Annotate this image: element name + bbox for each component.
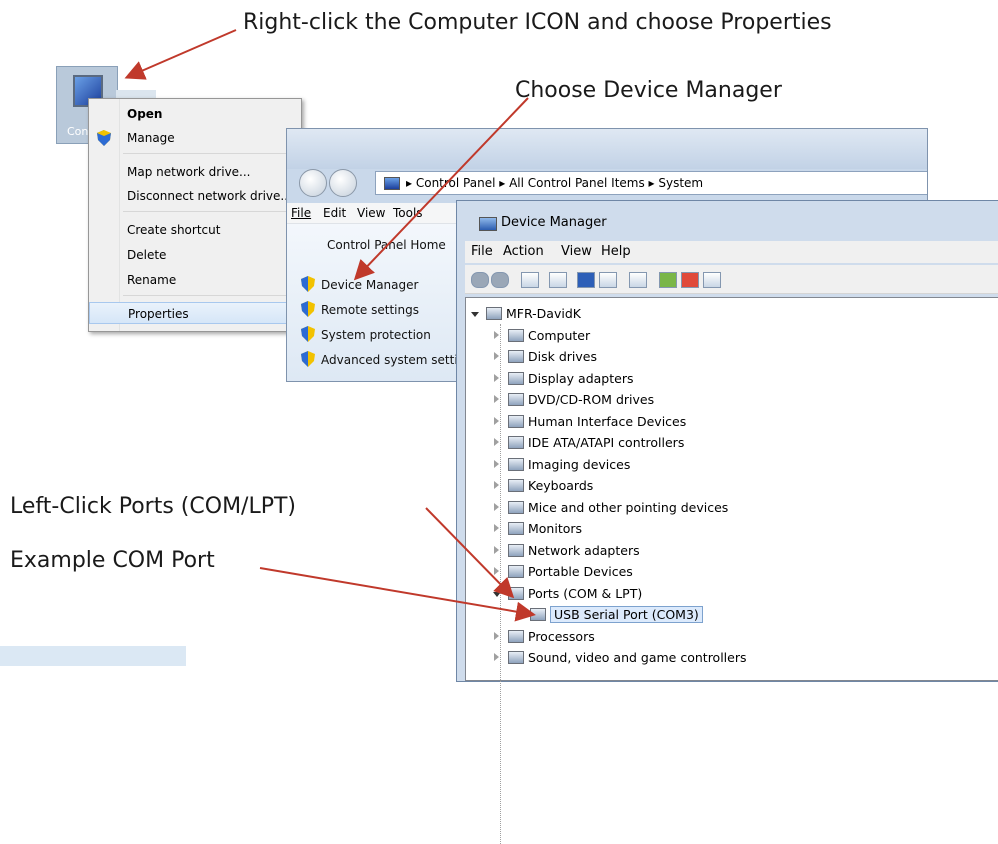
tree-node-ports[interactable]: Ports (COM & LPT) <box>493 586 642 602</box>
device-manager-window: Device Manager File Action View Help MFR… <box>456 200 998 844</box>
shield-icon <box>301 326 315 342</box>
arrow-to-computer-icon <box>124 29 237 80</box>
help-icon[interactable] <box>577 272 595 288</box>
scan-hardware-icon[interactable] <box>629 272 647 288</box>
advanced-system-settings-link[interactable]: Advanced system settings <box>301 351 479 367</box>
toolbar <box>465 265 998 294</box>
control-panel-home-link[interactable]: Control Panel Home <box>327 238 446 252</box>
computer-icon <box>508 329 524 342</box>
show-hide-console-tree-icon[interactable] <box>521 272 539 288</box>
annotation-left-click-ports: Left-Click Ports (COM/LPT) <box>10 494 297 519</box>
tree-node-portable-devices[interactable]: Portable Devices <box>494 564 633 580</box>
tree-node-monitors[interactable]: Monitors <box>494 521 582 537</box>
dvd-drive-icon <box>508 393 524 406</box>
tree-node-processors[interactable]: Processors <box>494 629 595 645</box>
ide-controller-icon <box>508 436 524 449</box>
annotation-device-manager: Choose Device Manager <box>515 78 782 103</box>
context-menu: Open Manage Map network drive... Disconn… <box>88 98 302 332</box>
desktop-icon-label: Con <box>67 125 89 138</box>
computer-icon <box>486 307 502 320</box>
device-manager-link[interactable]: Device Manager <box>301 276 418 292</box>
network-adapter-icon <box>508 544 524 557</box>
system-protection-link[interactable]: System protection <box>301 326 431 342</box>
annotation-example-com-port: Example COM Port <box>10 548 215 573</box>
tree-node-dvd-drives[interactable]: DVD/CD-ROM drives <box>494 392 654 408</box>
menu-edit[interactable]: Edit <box>323 203 346 223</box>
breadcrumb: ▸ Control Panel ▸ All Control Panel Item… <box>406 176 704 190</box>
menu-item-properties[interactable]: Properties <box>89 302 301 324</box>
port-icon <box>508 587 524 600</box>
menu-item-rename[interactable]: Rename <box>89 269 301 291</box>
forward-arrow-icon[interactable] <box>491 272 509 288</box>
portable-device-icon <box>508 565 524 578</box>
properties-icon[interactable] <box>549 272 567 288</box>
menu-item-map-network-drive[interactable]: Map network drive... <box>89 161 301 183</box>
action-pane-icon[interactable] <box>599 272 617 288</box>
breadcrumb-all-items[interactable]: All Control Panel Items <box>509 176 645 190</box>
menu-file[interactable]: File <box>291 203 311 223</box>
remote-settings-link[interactable]: Remote settings <box>301 301 419 317</box>
menu-action[interactable]: Action <box>503 241 544 263</box>
monitor-icon <box>508 522 524 535</box>
corner-panel <box>0 646 186 666</box>
processor-icon <box>508 630 524 643</box>
tree-node-imaging-devices[interactable]: Imaging devices <box>494 457 630 473</box>
tree-root[interactable]: MFR-DavidK <box>471 306 581 322</box>
device-manager-menubar: File Action View Help <box>465 241 998 263</box>
annotation-right-click: Right-click the Computer ICON and choose… <box>243 10 832 35</box>
mouse-icon <box>508 501 524 514</box>
breadcrumb-control-panel[interactable]: Control Panel <box>416 176 496 190</box>
tree-node-human-interface-devices[interactable]: Human Interface Devices <box>494 414 686 430</box>
back-button[interactable] <box>299 169 327 197</box>
control-panel-icon <box>384 177 400 190</box>
tree-node-disk-drives[interactable]: Disk drives <box>494 349 597 365</box>
menu-item-manage[interactable]: Manage <box>89 127 301 149</box>
speaker-icon <box>508 651 524 664</box>
port-icon <box>530 608 546 621</box>
tree-node-display-adapters[interactable]: Display adapters <box>494 371 633 387</box>
shield-icon <box>301 351 315 367</box>
device-manager-icon <box>479 217 497 231</box>
tree-node-ide-controllers[interactable]: IDE ATA/ATAPI controllers <box>494 435 684 451</box>
tree-node-sound[interactable]: Sound, video and game controllers <box>494 650 747 666</box>
keyboard-icon <box>508 479 524 492</box>
tree-node-computer[interactable]: Computer <box>494 328 590 344</box>
uninstall-icon[interactable] <box>681 272 699 288</box>
back-arrow-icon[interactable] <box>471 272 489 288</box>
menu-help[interactable]: Help <box>601 241 631 263</box>
disk-drive-icon <box>508 350 524 363</box>
tree-node-network-adapters[interactable]: Network adapters <box>494 543 640 559</box>
menu-view[interactable]: View <box>357 203 385 223</box>
menu-tools[interactable]: Tools <box>393 203 423 223</box>
system-titlebar <box>287 129 927 169</box>
device-tree: MFR-DavidK Computer Disk drives Display … <box>465 297 998 844</box>
forward-button[interactable] <box>329 169 357 197</box>
enable-device-icon[interactable] <box>703 272 721 288</box>
menu-view[interactable]: View <box>561 241 592 263</box>
hid-icon <box>508 415 524 428</box>
menu-item-create-shortcut[interactable]: Create shortcut <box>89 219 301 241</box>
menu-item-disconnect-network-drive[interactable]: Disconnect network drive... <box>89 185 301 207</box>
menu-item-open[interactable]: Open <box>89 103 301 125</box>
shield-icon <box>301 301 315 317</box>
shield-icon <box>97 130 111 146</box>
breadcrumb-system[interactable]: System <box>658 176 703 190</box>
menu-file[interactable]: File <box>471 241 493 263</box>
address-bar[interactable]: ▸ Control Panel ▸ All Control Panel Item… <box>375 171 927 195</box>
update-driver-icon[interactable] <box>659 272 677 288</box>
system-left-pane: Control Panel Home Device Manager Remote… <box>287 224 479 381</box>
scanner-icon <box>508 458 524 471</box>
tree-node-keyboards[interactable]: Keyboards <box>494 478 593 494</box>
shield-icon <box>301 276 315 292</box>
tree-node-mice[interactable]: Mice and other pointing devices <box>494 500 728 516</box>
tree-node-usb-serial-port[interactable]: USB Serial Port (COM3) <box>530 606 703 623</box>
display-adapter-icon <box>508 372 524 385</box>
window-title: Device Manager <box>501 215 607 230</box>
menu-item-delete[interactable]: Delete <box>89 244 301 266</box>
